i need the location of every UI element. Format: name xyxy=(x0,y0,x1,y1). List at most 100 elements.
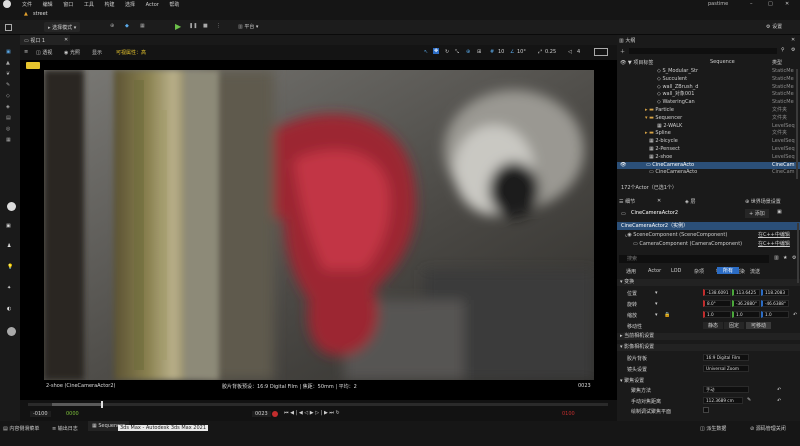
list-item[interactable]: ▦ 2-shoe LevelSeq xyxy=(617,154,800,162)
camera-speed-value[interactable]: 4 xyxy=(577,49,580,55)
surface-snap-icon[interactable]: ⊞ xyxy=(477,49,481,55)
reset-icon[interactable]: ↶ xyxy=(777,387,781,393)
favorite-icon[interactable]: ★ xyxy=(783,255,787,261)
level-tab[interactable]: street xyxy=(33,11,48,17)
translate-icon[interactable]: ✥ xyxy=(433,48,440,54)
list-item[interactable]: ◇ WateringCan StaticMe xyxy=(617,99,800,107)
mode-modeling-icon[interactable]: ▦ xyxy=(6,137,11,143)
stop-icon[interactable]: ■ xyxy=(203,23,208,29)
grid-snap-icon[interactable]: # xyxy=(490,49,494,55)
filter-all[interactable]: 所有 xyxy=(717,267,740,274)
mobility-static[interactable]: 静态 xyxy=(703,322,724,329)
minimize-icon[interactable]: – xyxy=(750,1,753,7)
add-content-icon[interactable]: ⊕ xyxy=(110,23,114,29)
content-drawer-button[interactable]: ▤ 内容侧滑菜单 xyxy=(3,425,39,432)
details-tab[interactable]: ☰ 细节 xyxy=(619,198,635,205)
mode-select-icon[interactable]: ▣ xyxy=(6,49,11,55)
viewport-menu-icon[interactable]: ≡ xyxy=(24,49,28,55)
location-z-field[interactable]: 118.2083 xyxy=(761,289,789,296)
mobility-movable[interactable]: 可移动 xyxy=(746,322,772,329)
layers-tab[interactable]: ◈ 层 xyxy=(685,198,695,205)
place-character-icon[interactable]: ♟ xyxy=(7,243,11,249)
outliner-filter-icon[interactable]: ⚲ xyxy=(781,47,785,53)
location-x-field[interactable]: -138.6091 xyxy=(703,289,731,296)
timeline-track[interactable] xyxy=(28,403,608,406)
pause-icon[interactable]: ❚❚ xyxy=(189,23,197,29)
scale-snap-icon[interactable]: ⤢ xyxy=(538,49,542,55)
place-cube-icon[interactable]: ▣ xyxy=(6,223,11,229)
mode-foliage-icon[interactable]: ❦ xyxy=(6,71,10,77)
scale-y-field[interactable]: 1.0 xyxy=(732,311,760,318)
details-search-input[interactable]: 搜索 xyxy=(619,255,769,263)
select-mode-button[interactable]: ▸ 选择模式 ▾ xyxy=(44,22,81,32)
layout-icon[interactable] xyxy=(594,48,608,56)
outliner-close-icon[interactable]: ✕ xyxy=(791,37,795,43)
actor-name-field[interactable]: CineCameraActor2 xyxy=(631,210,678,216)
mode-animation-icon[interactable]: ◎ xyxy=(6,126,10,132)
scale-z-field[interactable]: 1.0 xyxy=(761,311,789,318)
list-item[interactable]: ◇ wall_对象001 StaticMe xyxy=(617,91,800,99)
list-item[interactable]: ◇ S_Modular_Str StaticMe xyxy=(617,68,800,76)
filmback-select[interactable]: 16:9 Digital Film xyxy=(703,354,749,361)
outliner-search[interactable] xyxy=(629,48,777,54)
angle-snap-value[interactable]: 10° xyxy=(517,49,526,55)
platform-button[interactable]: ▥ 平台 ▾ xyxy=(238,23,258,30)
rotation-x-field[interactable]: 8.0° xyxy=(703,300,731,307)
list-item[interactable]: ▦ 2-bicycle LevelSeq xyxy=(617,138,800,146)
mode-brush-icon[interactable]: ▤ xyxy=(6,115,11,121)
details-settings-icon[interactable]: ⚙ xyxy=(792,255,796,261)
place-light-icon[interactable]: 💡 xyxy=(7,264,13,270)
outliner-tab[interactable]: ▥ 大纲 xyxy=(619,37,635,44)
unreal-logo[interactable] xyxy=(3,0,11,8)
reset-icon[interactable]: ↶ xyxy=(777,398,781,404)
transform-section[interactable]: ▾ 变换 xyxy=(617,279,800,286)
output-log-button[interactable]: ≡ 输出日志 xyxy=(52,425,78,432)
scale-icon[interactable]: ⤡ xyxy=(455,49,459,55)
perspective-button[interactable]: ◫ 透视 xyxy=(36,49,52,56)
edit-cpp-link[interactable]: 在C++中编辑 xyxy=(758,231,790,239)
close-icon[interactable]: ✕ xyxy=(785,1,789,7)
grid-snap-value[interactable]: 10 xyxy=(498,49,504,55)
maximize-icon[interactable]: □ xyxy=(768,1,773,7)
place-sphere-icon[interactable] xyxy=(7,202,16,211)
chevron-down-icon[interactable]: ▾ xyxy=(655,290,658,296)
show-button[interactable]: 显示 xyxy=(92,49,102,56)
component-camera[interactable]: ▭ CameraComponent (CameraComponent) 在C++… xyxy=(633,240,800,248)
list-item[interactable]: ▭ CineCameraActo CineCam xyxy=(617,169,800,177)
visualizer-button[interactable]: 可视属性：高 xyxy=(116,49,146,56)
place-volume-icon[interactable]: ◐ xyxy=(7,306,11,312)
mobility-stationary[interactable]: 固定 xyxy=(724,322,745,329)
rotation-y-field[interactable]: -36.2880° xyxy=(732,300,760,307)
rotation-z-field[interactable]: -46.6388° xyxy=(761,300,789,307)
more-options-icon[interactable]: ⋮ xyxy=(216,23,221,29)
place-visual-icon[interactable]: ✦ xyxy=(7,285,11,291)
details-scrollbar[interactable] xyxy=(797,223,799,283)
filter-lod[interactable]: LOD xyxy=(671,268,681,274)
timeline-start-field[interactable]: -0100 xyxy=(30,411,51,417)
timeline-end-field[interactable]: 0100 xyxy=(562,411,575,417)
camera-speed-icon[interactable]: ◁ xyxy=(568,49,572,55)
blueprint-convert-icon[interactable]: ▣ xyxy=(777,209,782,215)
focus-section[interactable]: ▾ 聚焦设置 xyxy=(620,377,644,384)
mode-landscape-icon[interactable]: ▲ xyxy=(6,60,10,66)
list-item[interactable]: ▸ ▬ Particle 文件夹 xyxy=(617,107,800,115)
filter-actor[interactable]: Actor xyxy=(648,268,661,274)
list-item[interactable]: ▸ ▬ Spline 文件夹 xyxy=(617,130,800,138)
component-scene[interactable]: ⌞◉ SceneComponent (SceneComponent) 在C++中… xyxy=(625,231,800,239)
filter-streaming[interactable]: 流送 xyxy=(750,268,760,275)
play-icon[interactable]: ▶ xyxy=(175,22,181,31)
visibility-icon[interactable]: 👁 xyxy=(620,162,628,168)
save-icon[interactable] xyxy=(5,24,12,31)
details-close-icon[interactable]: ✕ xyxy=(657,198,661,204)
mode-fracture-icon[interactable]: ◈ xyxy=(6,104,10,110)
camera-settings-section[interactable]: ▾ 影像相机设置 xyxy=(617,344,800,351)
location-y-field[interactable]: 113.6425 xyxy=(732,289,760,296)
source-control-button[interactable]: ⊘ 源码管理关闭 xyxy=(750,425,786,432)
chevron-down-icon[interactable]: ▾ xyxy=(655,301,658,307)
scale-x-field[interactable]: 1.0 xyxy=(703,311,731,318)
filter-misc[interactable]: 杂项 xyxy=(694,268,704,275)
focus-distance-field[interactable]: 112.3689 cm xyxy=(703,397,743,404)
component-root[interactable]: CineCameraActor2（实例） xyxy=(617,222,800,230)
current-camera-section[interactable]: ▸ 当前相机设置 xyxy=(617,333,800,340)
debug-focus-checkbox[interactable] xyxy=(703,407,709,413)
